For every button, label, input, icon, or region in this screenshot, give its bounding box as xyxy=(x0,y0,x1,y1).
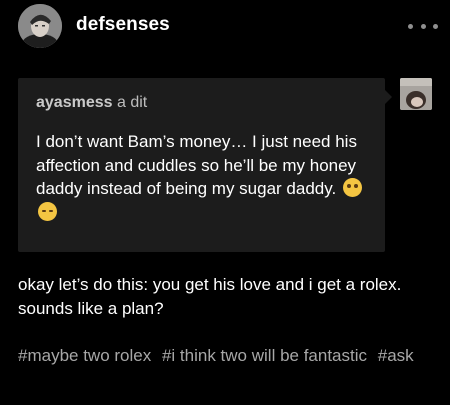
post-header: defsenses xyxy=(0,0,450,56)
dot-icon xyxy=(433,23,438,29)
tag-link[interactable]: #ask xyxy=(378,346,414,365)
tag-list: #maybe two rolex #i think two will be fa… xyxy=(18,344,438,368)
asker-avatar-image xyxy=(400,78,432,110)
asker-verb: a dit xyxy=(116,94,148,111)
username[interactable]: defsenses xyxy=(76,14,170,36)
avatar-image xyxy=(18,4,62,48)
ask-bubble-tail xyxy=(385,90,392,104)
tag-link[interactable]: #i think two will be fantastic xyxy=(162,346,367,365)
ask-bubble: ayasmess a dit I don’t want Bam’s money…… xyxy=(18,78,385,252)
dot-icon xyxy=(420,23,426,29)
asker-line: ayasmess a dit xyxy=(36,94,147,112)
tumblr-post: defsenses ayasmess a dit I don’t want Ba… xyxy=(0,0,450,405)
pensive-face-emoji xyxy=(38,201,57,221)
avatar[interactable] xyxy=(18,4,62,48)
more-horizontal-icon[interactable] xyxy=(408,14,438,38)
asker-avatar[interactable] xyxy=(400,78,432,110)
dot-icon xyxy=(408,23,413,29)
asker-name[interactable]: ayasmess xyxy=(36,94,113,111)
tag-link[interactable]: #maybe two rolex xyxy=(18,346,151,365)
ask-text: I don’t want Bam’s money… I just need hi… xyxy=(36,132,357,198)
ask-message: I don’t want Bam’s money… I just need hi… xyxy=(36,130,376,224)
ask-container: ayasmess a dit I don’t want Bam’s money…… xyxy=(18,78,392,252)
pleading-face-emoji xyxy=(342,178,362,197)
answer-text: okay let’s do this: you get his love and… xyxy=(18,275,402,318)
